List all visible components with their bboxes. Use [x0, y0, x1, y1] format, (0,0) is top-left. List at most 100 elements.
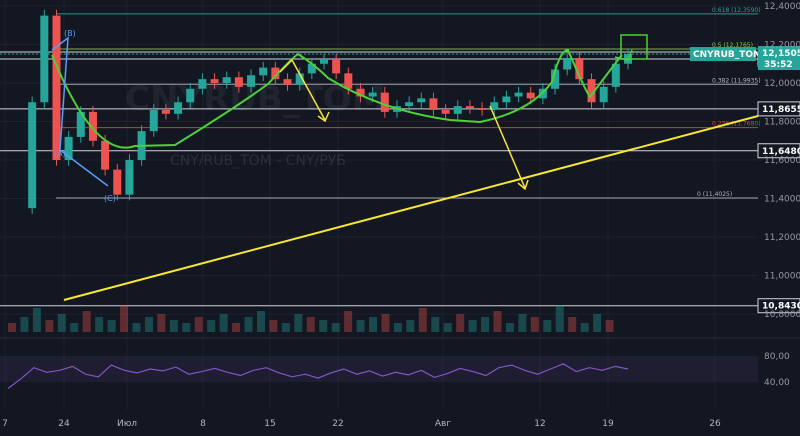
volume-bar [505, 323, 514, 332]
rsi-band [0, 356, 758, 382]
candle-body [234, 77, 243, 87]
candle-body [283, 79, 292, 85]
price-tick-label: 10,8000 [764, 310, 800, 320]
candle-body [380, 92, 389, 112]
volume-bar [481, 317, 490, 332]
volume-bar [244, 317, 253, 332]
volume-bar [356, 320, 365, 332]
volume-bar [57, 314, 66, 332]
candle-body [161, 109, 170, 114]
trading-chart[interactable]: CNYRUB_TOM CNY/RUB_TOM - CNY/РУБ 0.618 (… [0, 0, 800, 436]
volume-bar [107, 320, 116, 332]
candle-body [429, 98, 438, 110]
fib-label: 0.618 (12,3590) [712, 7, 761, 14]
candle-body [478, 108, 487, 110]
price-tick-label: 11,4000 [764, 195, 800, 205]
candle-body [332, 59, 341, 74]
volume-bar [431, 317, 440, 332]
price-tick-label: 12,4000 [764, 2, 800, 12]
volume-bar [593, 314, 602, 332]
fib-label: 0 (11,4025) [697, 191, 732, 198]
volume-bar [269, 320, 278, 332]
volume-bar [468, 320, 477, 332]
candle-body [320, 59, 328, 64]
price-tick-label: 11,0000 [764, 272, 800, 282]
volume-bar [8, 323, 16, 332]
time-tick-label: 22 [332, 419, 343, 429]
candle-body [28, 102, 37, 209]
volume-bar [294, 314, 303, 332]
level-tag-label: 11,8655 [762, 105, 800, 115]
candle-body [526, 92, 535, 99]
volume-bar [120, 305, 129, 332]
volume-bar [555, 305, 564, 332]
volume-bar [219, 314, 228, 332]
candle-body [405, 102, 414, 107]
time-tick-label: 24 [58, 419, 70, 429]
time-tick-label: 26 [709, 419, 721, 429]
countdown-label: 35:52 [764, 60, 793, 70]
wave-label: (B) [64, 29, 76, 38]
volume-bar [406, 320, 415, 332]
volume-bar [132, 323, 141, 332]
volume-bar [393, 323, 402, 332]
candle-body [441, 109, 450, 114]
volume-bar [82, 311, 91, 332]
volume-bar [605, 320, 614, 332]
wave-label: (C) [104, 194, 116, 203]
candle-body [101, 140, 110, 170]
candle-body [465, 106, 474, 109]
volume-bar [580, 323, 589, 332]
candle-body [149, 109, 158, 132]
volume-bar [32, 308, 41, 332]
volume-bar [530, 317, 539, 332]
time-tick-label: 19 [602, 419, 614, 429]
time-tick-label: 7 [2, 419, 8, 429]
volume-bar [319, 320, 328, 332]
candle-body [563, 57, 572, 70]
time-tick-label: 15 [264, 419, 275, 429]
volume-bar [169, 320, 178, 332]
candle-body [247, 75, 256, 87]
price-tick-label: 11,2000 [764, 233, 800, 243]
volume-bar [518, 314, 527, 332]
volume-bar [281, 323, 290, 332]
candle-body [453, 106, 462, 114]
candle-body [113, 169, 122, 195]
candle-body [599, 86, 608, 103]
volume-bar [20, 317, 29, 332]
candle-body [259, 67, 268, 76]
fib-label: 0.382 (11,9935) [712, 77, 761, 84]
volume-bar [456, 314, 465, 332]
price-tick-label: 12,0000 [764, 79, 800, 89]
time-tick-label: Авг [435, 419, 451, 429]
volume-bar [194, 317, 203, 332]
time-tick-label: 12 [534, 419, 545, 429]
volume-bar [443, 323, 452, 332]
candle-body [186, 88, 195, 103]
candle-body [344, 73, 353, 89]
candle-body [222, 77, 231, 83]
rsi-tick-label: 40,00 [764, 378, 790, 388]
volume-bar [493, 311, 502, 332]
candle-body [417, 98, 426, 103]
wave-label: (A) [54, 149, 66, 158]
volume-bar [568, 317, 577, 332]
price-tick-label: 11,6000 [764, 156, 800, 166]
price-tick-label: 11,8000 [764, 118, 800, 128]
volume-bar [306, 317, 315, 332]
volume-bar [45, 320, 54, 332]
volume-bar [207, 320, 216, 332]
current-price-label: 12,1505 [762, 49, 800, 59]
candle-body [198, 79, 207, 89]
volume-bar [381, 314, 390, 332]
volume-bar [543, 320, 552, 332]
volume-bar [369, 317, 378, 332]
rsi-tick-label: 80,00 [764, 352, 790, 362]
candle-body [125, 160, 134, 195]
candle-body [502, 96, 511, 103]
candle-body [52, 15, 61, 160]
candle-body [174, 102, 183, 114]
volume-bar [182, 323, 191, 332]
candle-body [514, 92, 523, 97]
